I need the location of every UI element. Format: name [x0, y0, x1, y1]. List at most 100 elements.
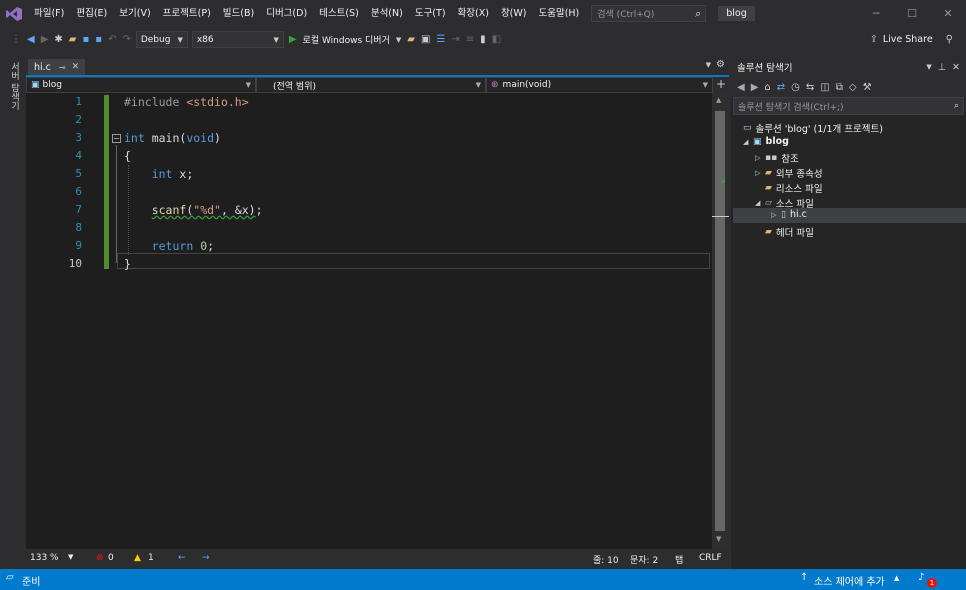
gear-icon[interactable]: ⚙ — [716, 59, 725, 70]
tab-hi-c[interactable]: hi.c ⊸ ✕ — [28, 59, 86, 75]
forward-icon[interactable]: ▶ — [751, 82, 759, 93]
error-icon[interactable]: ⊗ — [96, 553, 104, 563]
editor-scrollbar[interactable]: ▲ ▼ — [712, 93, 729, 549]
search-icon[interactable]: ⌕ — [954, 101, 959, 111]
split-add-icon[interactable]: + — [713, 77, 729, 93]
history-icon[interactable]: ◷ — [791, 82, 800, 93]
open-folder-icon[interactable]: ▰ — [66, 34, 80, 45]
menu-extensions[interactable]: 확장(X) — [452, 0, 495, 27]
back-icon[interactable]: ◀ — [24, 34, 38, 45]
home-icon[interactable]: ⌂ — [764, 82, 770, 93]
platform-select[interactable]: x86 ▼ — [191, 31, 284, 48]
tree-resource-files[interactable]: ▰ 리소스 파일 — [765, 181, 823, 195]
menu-project[interactable]: 프로젝트(P) — [157, 0, 217, 27]
scroll-down-icon[interactable]: ▼ — [716, 535, 721, 543]
close-icon[interactable]: ✕ — [72, 62, 80, 72]
back-icon[interactable]: ◀ — [737, 82, 745, 93]
code-editor[interactable]: 1 2 3 4 5 6 7 8 9 10 − #include <stdio.h… — [26, 93, 712, 549]
notification-count-badge[interactable]: 1 — [927, 578, 937, 588]
maximize-button[interactable]: ☐ — [894, 0, 930, 27]
menu-debug[interactable]: 디버그(D) — [260, 0, 313, 27]
tree-source-files[interactable]: ◢ ▱ 소스 파일 — [755, 196, 814, 210]
menu-edit[interactable]: 편집(E) — [70, 0, 113, 27]
scrollbar-thumb[interactable] — [715, 111, 725, 531]
close-window-button[interactable]: ✕ — [930, 0, 966, 27]
add-to-source-control-button[interactable]: 소스 제어에 추가 — [814, 573, 885, 588]
attach-icon[interactable]: ▰ — [404, 34, 418, 45]
menu-window[interactable]: 창(W) — [495, 0, 533, 27]
tree-label: 참조 — [781, 154, 799, 165]
collapsed-icon[interactable]: ▷ — [771, 211, 781, 219]
scroll-up-icon[interactable]: ▲ — [716, 96, 721, 104]
close-icon[interactable]: ✕ — [952, 62, 960, 73]
tree-solution[interactable]: ▭ 솔루션 'blog' (1/1개 프로젝트) — [743, 121, 883, 135]
configuration-select[interactable]: Debug ▼ — [135, 31, 188, 48]
minimize-button[interactable]: ─ — [858, 0, 894, 27]
tree-references[interactable]: ▷ ▪▪ 참조 — [755, 151, 799, 165]
collapse-icon[interactable]: − — [112, 134, 121, 143]
previous-issue-icon[interactable]: ← — [178, 553, 186, 563]
tree-file-hi-c[interactable]: ▷ ▯ hi.c — [771, 209, 807, 220]
play-icon[interactable]: ▶ — [286, 34, 300, 45]
collapsed-icon[interactable]: ▷ — [755, 169, 765, 177]
new-item-icon[interactable]: ✱ — [51, 34, 65, 45]
comment-icon[interactable]: ≡ — [463, 34, 477, 45]
notification-bell-icon[interactable]: ♪ — [918, 572, 924, 583]
indent-icon[interactable]: ⇥ — [448, 34, 462, 45]
menu-file[interactable]: 파일(F) — [28, 0, 70, 27]
output-window-icon[interactable]: ▱ — [6, 572, 14, 583]
line-number-current: 10 — [68, 257, 82, 270]
folder-open-icon: ▱ — [765, 198, 772, 208]
quick-search-input[interactable]: 검색 (Ctrl+Q) ⌕ — [591, 5, 707, 22]
bookmark-icon[interactable]: ▮ — [477, 34, 489, 45]
code-view-icon[interactable]: ◇ — [849, 82, 857, 93]
zoom-level[interactable]: 133 % — [30, 553, 59, 563]
project-dropdown[interactable]: ▣ blog ▼ — [26, 77, 256, 93]
save-icon[interactable]: ▪ — [80, 34, 93, 45]
start-debugger-button[interactable]: 로컬 Windows 디버거 — [300, 33, 393, 46]
chevron-up-icon[interactable]: ▲ — [894, 574, 899, 582]
menu-analyze[interactable]: 분석(N) — [365, 0, 409, 27]
collapsed-icon[interactable]: ▷ — [755, 154, 765, 162]
menu-test[interactable]: 테스트(S) — [313, 0, 365, 27]
pin-icon[interactable]: ⊥ — [938, 62, 946, 73]
redo-icon[interactable]: ↷ — [119, 34, 133, 45]
expanded-icon[interactable]: ◢ — [743, 138, 753, 146]
solution-search-input[interactable]: 솔루션 탐색기 검색(Ctrl+;) ⌕ — [733, 97, 964, 115]
tree-header-files[interactable]: ▰ 헤더 파일 — [765, 225, 814, 239]
tree-external-dependencies[interactable]: ▷ ▰ 외부 종속성 — [755, 166, 823, 180]
feedback-icon[interactable]: ⚲ — [943, 34, 956, 45]
menu-tools[interactable]: 도구(T) — [409, 0, 452, 27]
pin-icon[interactable]: ⊸ — [59, 63, 66, 72]
scope-dropdown[interactable]: (전역 범위) ▼ — [256, 77, 486, 93]
wrench-icon[interactable]: ⚒ — [863, 82, 872, 93]
undo-icon[interactable]: ↶ — [105, 34, 119, 45]
chevron-down-icon[interactable]: ▼ — [393, 36, 404, 44]
collapse-all-icon[interactable]: ◫ — [820, 82, 829, 93]
bookmark-nav-icon[interactable]: ◧ — [489, 34, 504, 45]
menu-build[interactable]: 빌드(B) — [217, 0, 260, 27]
screenshot-icon[interactable]: ▣ — [418, 34, 433, 45]
quick-search-placeholder: 검색 (Ctrl+Q) — [597, 10, 655, 20]
chevron-down-icon[interactable]: ▼ — [706, 61, 711, 69]
menu-help[interactable]: 도움말(H) — [532, 0, 585, 27]
switch-views-icon[interactable]: ⇄ — [777, 82, 785, 93]
next-issue-icon[interactable]: → — [202, 553, 210, 563]
warning-icon[interactable]: ▲ — [134, 553, 141, 563]
search-icon[interactable]: ⌕ — [695, 7, 701, 21]
warning-count[interactable]: 1 — [148, 553, 154, 563]
sync-icon[interactable]: ⇆ — [806, 82, 814, 93]
format-icon[interactable]: ☰ — [433, 34, 448, 45]
member-dropdown[interactable]: ⊛ main(void) ▼ — [486, 77, 713, 93]
tree-project[interactable]: ◢ ▣ blog — [743, 136, 789, 147]
expanded-icon[interactable]: ◢ — [755, 199, 765, 207]
chevron-down-icon[interactable]: ▼ — [68, 553, 73, 561]
show-all-files-icon[interactable]: ⧉ — [836, 82, 843, 93]
menu-view[interactable]: 보기(V) — [113, 0, 156, 27]
error-count[interactable]: 0 — [108, 553, 114, 563]
chevron-down-icon[interactable]: ▼ — [926, 63, 931, 71]
save-all-icon[interactable]: ▪ — [92, 34, 105, 45]
live-share-button[interactable]: ⇪ Live Share — [870, 34, 933, 45]
forward-icon[interactable]: ▶ — [38, 34, 52, 45]
server-explorer-tab[interactable]: 서버 탐색기 — [8, 62, 21, 110]
